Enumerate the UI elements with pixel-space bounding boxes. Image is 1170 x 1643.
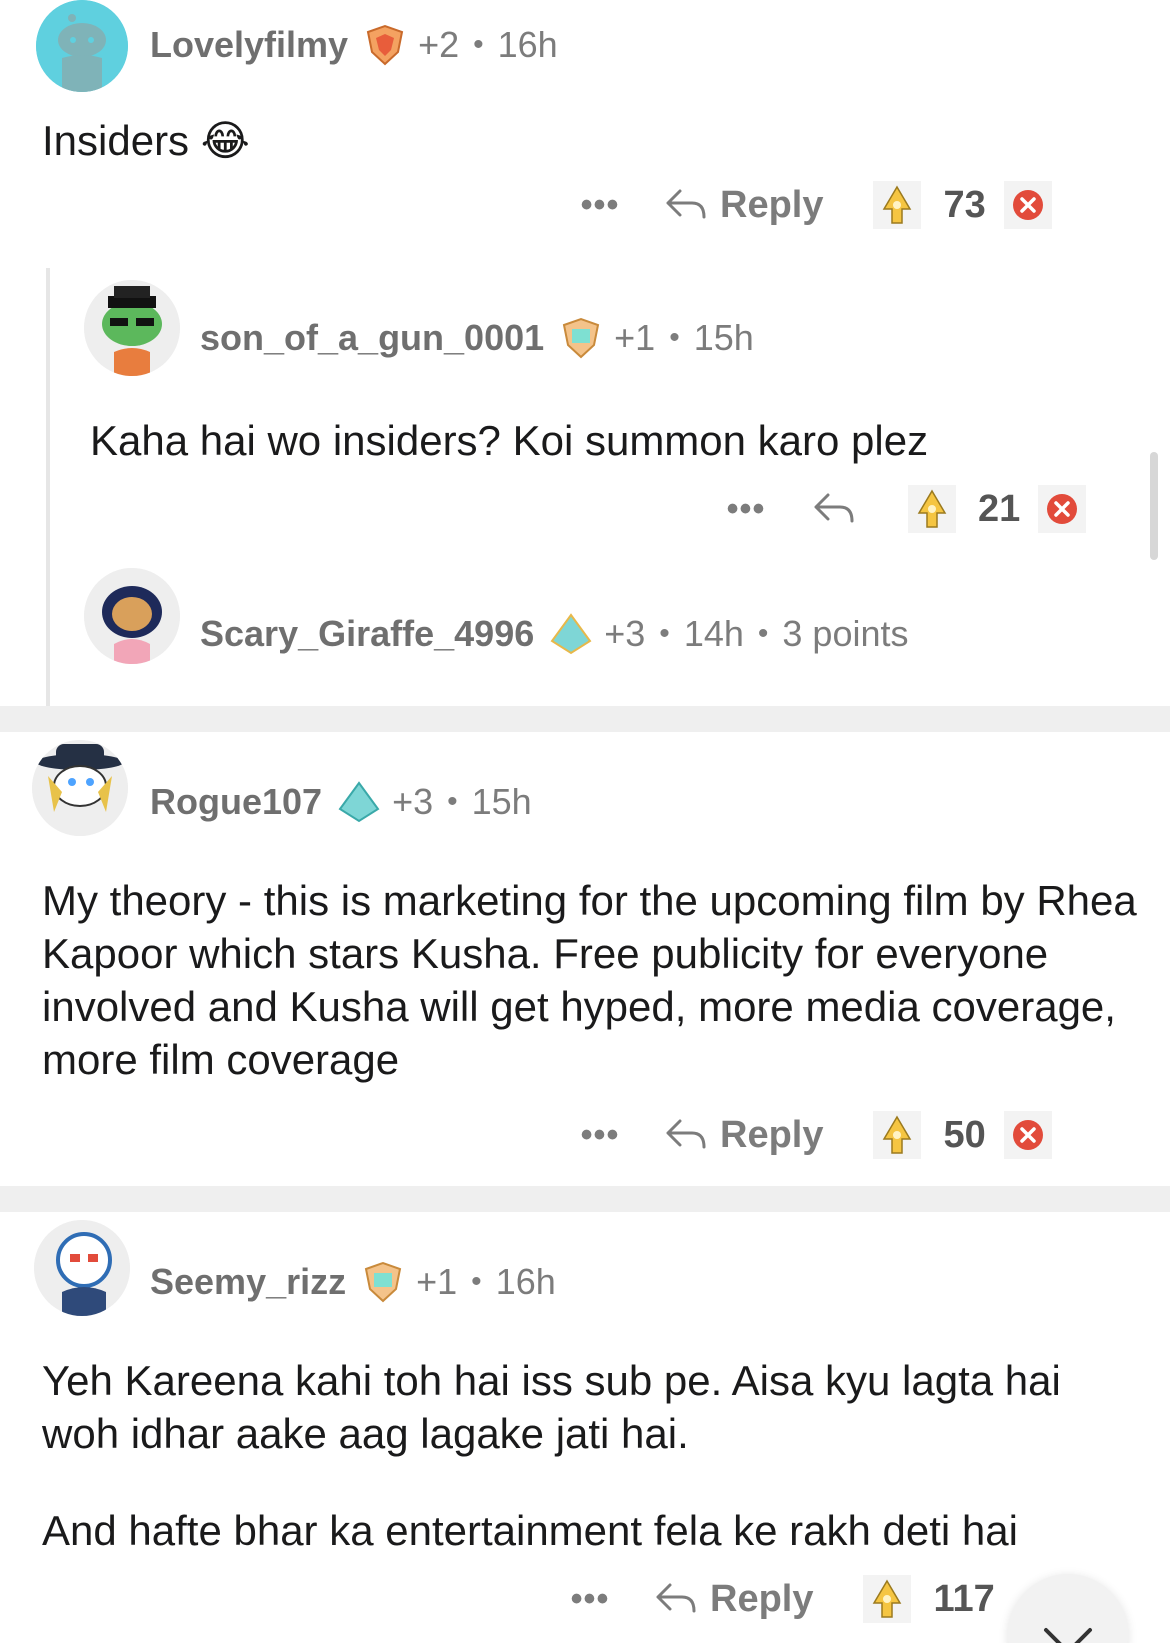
separator: • <box>669 321 680 354</box>
upvote-award-icon <box>883 1115 912 1154</box>
comment-divider <box>0 1186 1170 1212</box>
comment-body: Insiders 😂 <box>42 117 250 164</box>
snoo-avatar-icon <box>36 0 128 92</box>
reply-arrow-icon <box>814 493 854 523</box>
avatar[interactable] <box>84 568 180 664</box>
more-options-button[interactable]: ••• <box>574 1116 626 1155</box>
upvote-button[interactable] <box>873 1111 922 1159</box>
flair-award-icon <box>558 315 604 361</box>
score: 21 <box>978 487 1021 530</box>
karma-delta: +3 <box>604 613 646 654</box>
more-options-button[interactable]: ••• <box>564 1580 616 1619</box>
karma-delta: +3 <box>392 781 434 822</box>
points: 3 points <box>782 613 909 654</box>
avatar[interactable] <box>34 1220 130 1316</box>
collapse-thread-button[interactable] <box>1008 1574 1128 1643</box>
flair-award-icon <box>362 22 408 68</box>
upvote-button[interactable] <box>908 485 956 533</box>
upvote-award-icon <box>917 489 947 528</box>
avatar[interactable] <box>32 740 128 836</box>
reply-button[interactable] <box>812 491 868 527</box>
reply-button[interactable]: Reply <box>654 1578 813 1621</box>
snoo-avatar-icon <box>32 740 128 836</box>
comment-body: Yeh Kareena kahi toh hai iss sub pe. Ais… <box>42 1357 1061 1457</box>
username[interactable]: Scary_Giraffe_4996 <box>200 613 534 655</box>
reply-label: Reply <box>720 1113 824 1156</box>
username[interactable]: Rogue107 <box>150 781 322 823</box>
username[interactable]: Lovelyfilmy <box>150 24 348 66</box>
timestamp: 14h <box>683 613 744 654</box>
upvote-button[interactable] <box>863 1575 912 1623</box>
comment-body: My theory - this is marketing for the up… <box>42 877 1137 1083</box>
chevron-down-icon <box>1044 1628 1092 1643</box>
karma-delta: +1 <box>614 317 656 358</box>
reply-button[interactable]: Reply <box>664 184 823 227</box>
timestamp: 15h <box>471 781 532 822</box>
separator: • <box>659 617 670 650</box>
upvote-button[interactable] <box>873 181 922 229</box>
comment-body: Kaha hai wo insiders? Koi summon karo pl… <box>90 417 929 464</box>
karma-delta: +2 <box>418 24 460 65</box>
comment-body: And hafte bhar ka entertainment fela ke … <box>42 1507 1018 1554</box>
reply-arrow-icon <box>656 1583 696 1613</box>
downvote-button[interactable] <box>1003 1111 1052 1159</box>
downvote-button[interactable] <box>1003 181 1052 229</box>
flair-award-icon <box>336 779 382 825</box>
thread-line[interactable] <box>46 268 50 706</box>
score: 50 <box>943 1113 986 1156</box>
downvote-button[interactable] <box>1038 485 1087 533</box>
flair-award-icon <box>548 611 594 657</box>
snoo-avatar-icon <box>84 568 180 664</box>
separator: • <box>471 1265 482 1298</box>
separator: • <box>447 785 458 818</box>
more-options-button[interactable]: ••• <box>574 186 626 225</box>
username[interactable]: son_of_a_gun_0001 <box>200 317 544 359</box>
karma-delta: +1 <box>416 1261 458 1302</box>
username[interactable]: Seemy_rizz <box>150 1261 346 1303</box>
snoo-avatar-icon <box>34 1220 130 1316</box>
snoo-avatar-icon <box>84 280 180 376</box>
reply-label: Reply <box>720 183 824 226</box>
separator: • <box>757 617 769 650</box>
more-options-button[interactable]: ••• <box>720 490 772 529</box>
timestamp: 15h <box>693 317 754 358</box>
timestamp: 16h <box>497 24 558 65</box>
score: 117 <box>933 1577 995 1620</box>
score: 73 <box>943 183 986 226</box>
timestamp: 16h <box>495 1261 556 1302</box>
reply-button[interactable]: Reply <box>664 1114 823 1157</box>
downvote-x-icon <box>1012 190 1043 220</box>
reply-arrow-icon <box>666 189 706 219</box>
comment-divider <box>0 706 1170 732</box>
avatar[interactable] <box>36 0 128 92</box>
scrollbar[interactable] <box>1150 452 1158 560</box>
flair-award-icon <box>360 1259 406 1305</box>
upvote-award-icon <box>883 185 912 224</box>
separator: • <box>473 28 484 61</box>
reply-label: Reply <box>710 1577 814 1620</box>
avatar[interactable] <box>84 280 180 376</box>
downvote-x-icon <box>1047 494 1078 524</box>
reply-arrow-icon <box>666 1119 706 1149</box>
downvote-x-icon <box>1012 1120 1043 1150</box>
upvote-award-icon <box>873 1579 902 1618</box>
